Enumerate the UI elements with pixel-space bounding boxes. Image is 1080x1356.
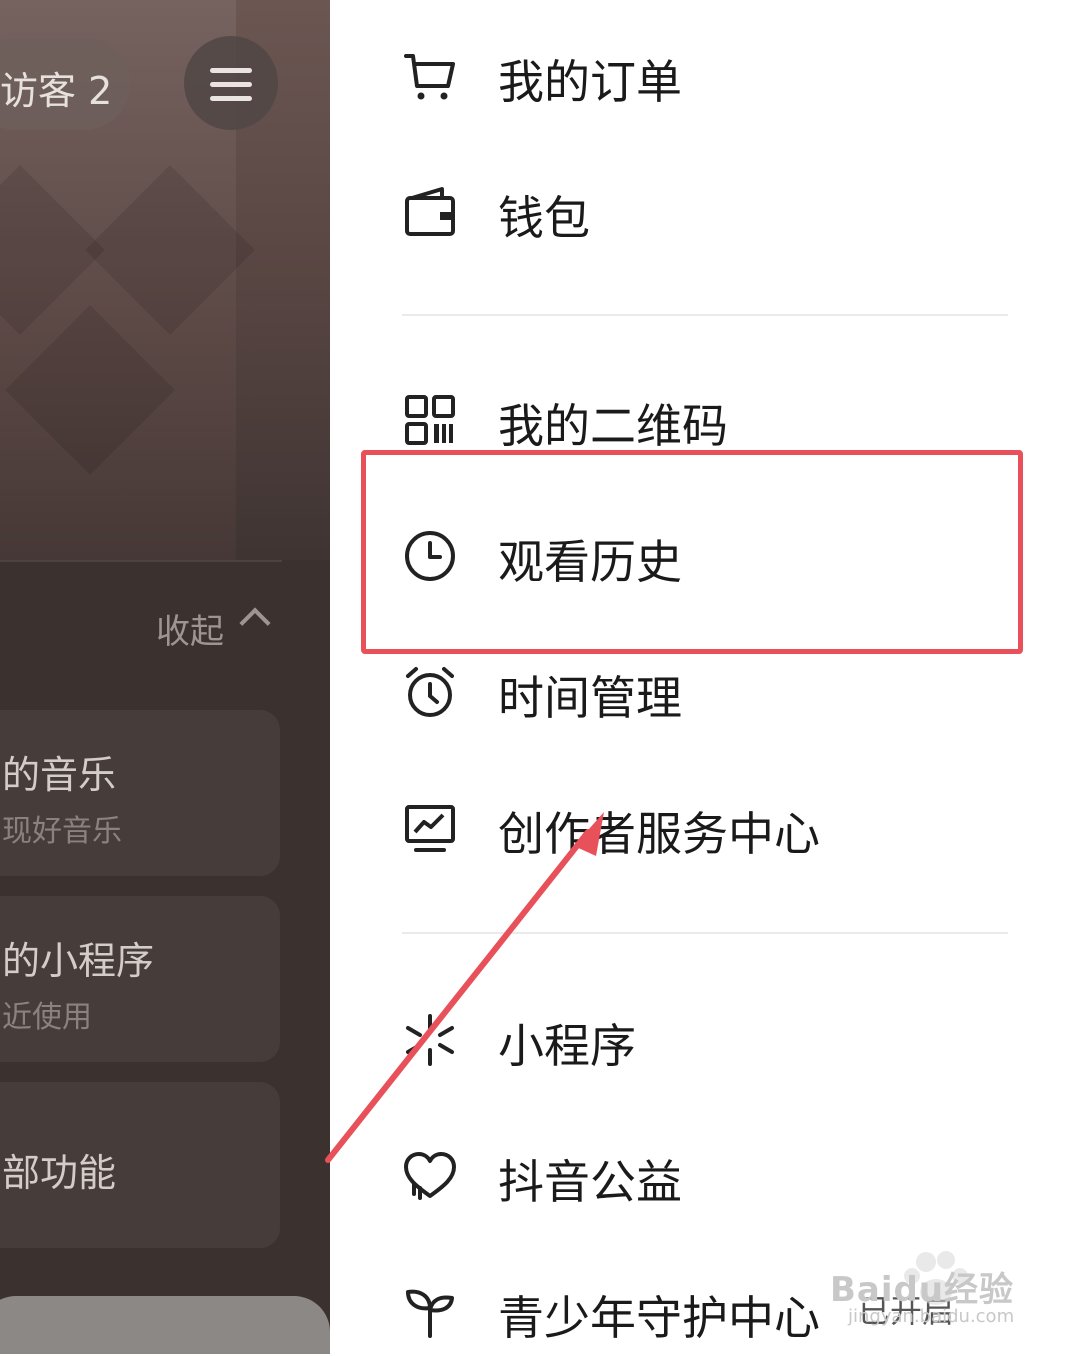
card-title: 部功能 xyxy=(2,1151,117,1195)
profile-background-image: 访客 2 xyxy=(0,0,330,560)
menu-item-creator-center[interactable]: 创作者服务中心 xyxy=(400,782,1020,872)
highlight-box xyxy=(361,450,1023,654)
menu-item-charity[interactable]: 抖音公益 xyxy=(400,1130,1020,1220)
watermark-url: jingyan.baidu.com xyxy=(848,1306,1015,1327)
qrcode-icon xyxy=(405,395,455,445)
menu-item-miniprogram[interactable]: 小程序 xyxy=(400,994,1020,1084)
sprout-icon xyxy=(406,1289,454,1338)
menu-item-label: 抖音公益 xyxy=(498,1155,682,1209)
watermark-text: Baidu经验 xyxy=(830,1270,1015,1310)
bottom-bar xyxy=(0,1296,330,1354)
menu-item-label: 我的二维码 xyxy=(498,399,728,453)
miniprogram-card[interactable]: 的小程序 近使用 xyxy=(0,896,280,1062)
chevron-up-icon xyxy=(239,607,271,639)
menu-item-orders[interactable]: 我的订单 xyxy=(400,30,1020,120)
menu-item-label: 小程序 xyxy=(498,1019,636,1073)
card-subtitle: 现好音乐 xyxy=(2,814,122,849)
card-subtitle: 近使用 xyxy=(2,1000,92,1035)
divider xyxy=(402,314,1008,316)
card-title: 的音乐 xyxy=(2,753,117,797)
visitor-count: 访客 2 xyxy=(0,69,113,113)
collapse-button[interactable]: 收起 xyxy=(156,604,224,653)
miniprogram-icon xyxy=(406,1014,454,1066)
divider xyxy=(402,932,1008,934)
all-functions-card[interactable]: 部功能 xyxy=(0,1082,280,1248)
wallet-icon xyxy=(405,187,455,236)
background-profile-panel: 访客 2 收起 的音乐 现好音乐 的小程序 近使用 部功能 xyxy=(0,0,330,1354)
monitor-chart-icon xyxy=(405,805,455,852)
menu-item-label: 青少年守护中心 xyxy=(498,1291,820,1345)
menu-item-label: 时间管理 xyxy=(498,671,682,725)
alarm-icon xyxy=(406,667,454,717)
menu-item-label: 我的订单 xyxy=(498,55,682,109)
divider xyxy=(0,560,282,562)
heart-icon xyxy=(404,1152,456,1200)
cart-icon xyxy=(404,54,455,100)
menu-item-wallet[interactable]: 钱包 xyxy=(400,166,1020,256)
menu-item-time-management[interactable]: 时间管理 xyxy=(400,646,1020,736)
card-title: 的小程序 xyxy=(2,939,155,983)
menu-item-label: 创作者服务中心 xyxy=(498,807,820,861)
music-card[interactable]: 的音乐 现好音乐 xyxy=(0,710,280,876)
side-menu: 我的订单 钱包 我的二维码 观看历史 时间管理 创作者服务中心 小程序 抖音公益… xyxy=(330,0,1080,1354)
hamburger-menu-button[interactable] xyxy=(184,36,278,130)
menu-item-label: 钱包 xyxy=(498,191,590,245)
